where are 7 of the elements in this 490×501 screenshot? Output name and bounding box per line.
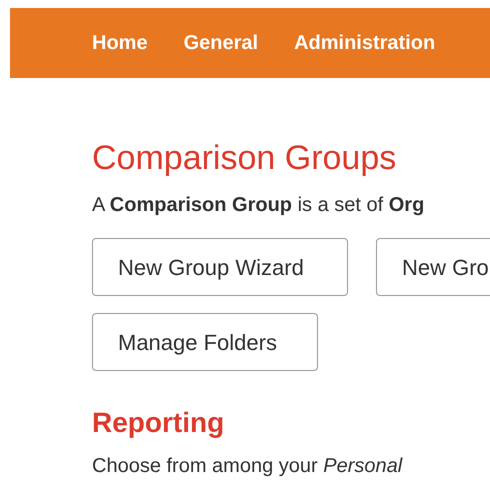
- section-heading: Reporting: [92, 406, 224, 440]
- page-title: Comparison Groups: [92, 138, 396, 179]
- reporting-text: Choose from among your Personal: [92, 454, 402, 479]
- intro-text: A Comparison Group is a set of Org: [92, 193, 424, 218]
- manage-folders-button[interactable]: Manage Folders: [92, 313, 318, 371]
- new-group-wizard-button[interactable]: New Group Wizard: [92, 238, 348, 296]
- new-group-button[interactable]: New Gro: [376, 238, 490, 296]
